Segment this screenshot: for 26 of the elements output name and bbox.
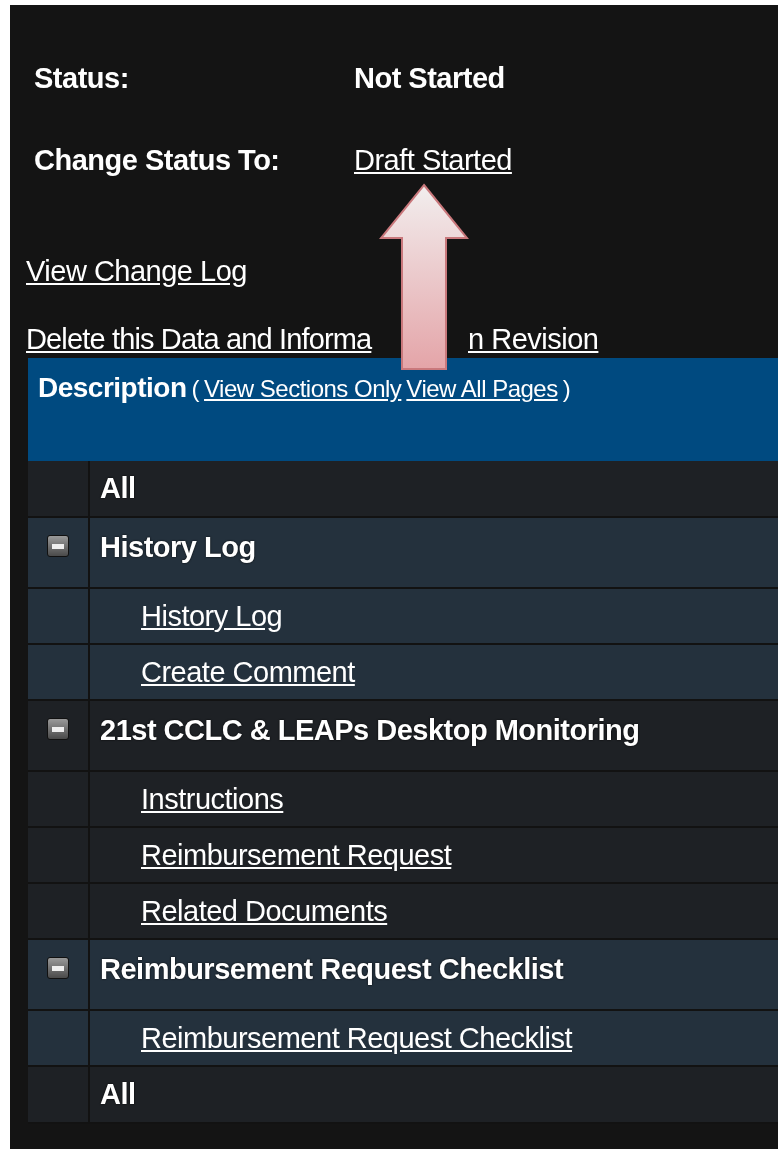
collapse-toggle[interactable] bbox=[47, 718, 69, 740]
draft-started-link[interactable]: Draft Started bbox=[354, 145, 512, 175]
all-label: All bbox=[100, 472, 136, 505]
page-link[interactable]: Delete this Data and Informa bbox=[26, 324, 372, 354]
header-title: Description bbox=[38, 372, 187, 404]
page-link[interactable]: n Revision bbox=[468, 324, 599, 354]
change-status-label: Change Status To: bbox=[34, 145, 280, 175]
section-title: History Log bbox=[100, 531, 256, 564]
parenthesis: ) bbox=[562, 375, 571, 403]
collapse-toggle[interactable] bbox=[47, 535, 69, 557]
status-value: Not Started bbox=[354, 63, 505, 93]
collapse-toggle[interactable] bbox=[47, 957, 69, 979]
page-link[interactable]: History Log bbox=[141, 599, 283, 633]
page-link[interactable]: Create Comment bbox=[141, 655, 355, 689]
status-label: Status: bbox=[34, 63, 129, 93]
all-label: All bbox=[100, 1078, 136, 1111]
page-link[interactable]: Related Documents bbox=[141, 894, 388, 928]
page-link[interactable]: Instructions bbox=[141, 782, 284, 816]
section-title: Reimbursement Request Checklist bbox=[100, 953, 564, 986]
page-link[interactable]: Reimbursement Request Checklist bbox=[141, 1021, 572, 1055]
page-link[interactable]: Reimbursement Request bbox=[141, 838, 452, 872]
parenthesis: ( bbox=[191, 375, 200, 403]
header-link[interactable]: View Sections Only bbox=[204, 375, 402, 403]
section-title: 21st CCLC & LEAPs Desktop Monitoring bbox=[100, 714, 640, 747]
page-link[interactable]: View Change Log bbox=[26, 256, 247, 286]
header-link[interactable]: View All Pages bbox=[406, 375, 558, 403]
